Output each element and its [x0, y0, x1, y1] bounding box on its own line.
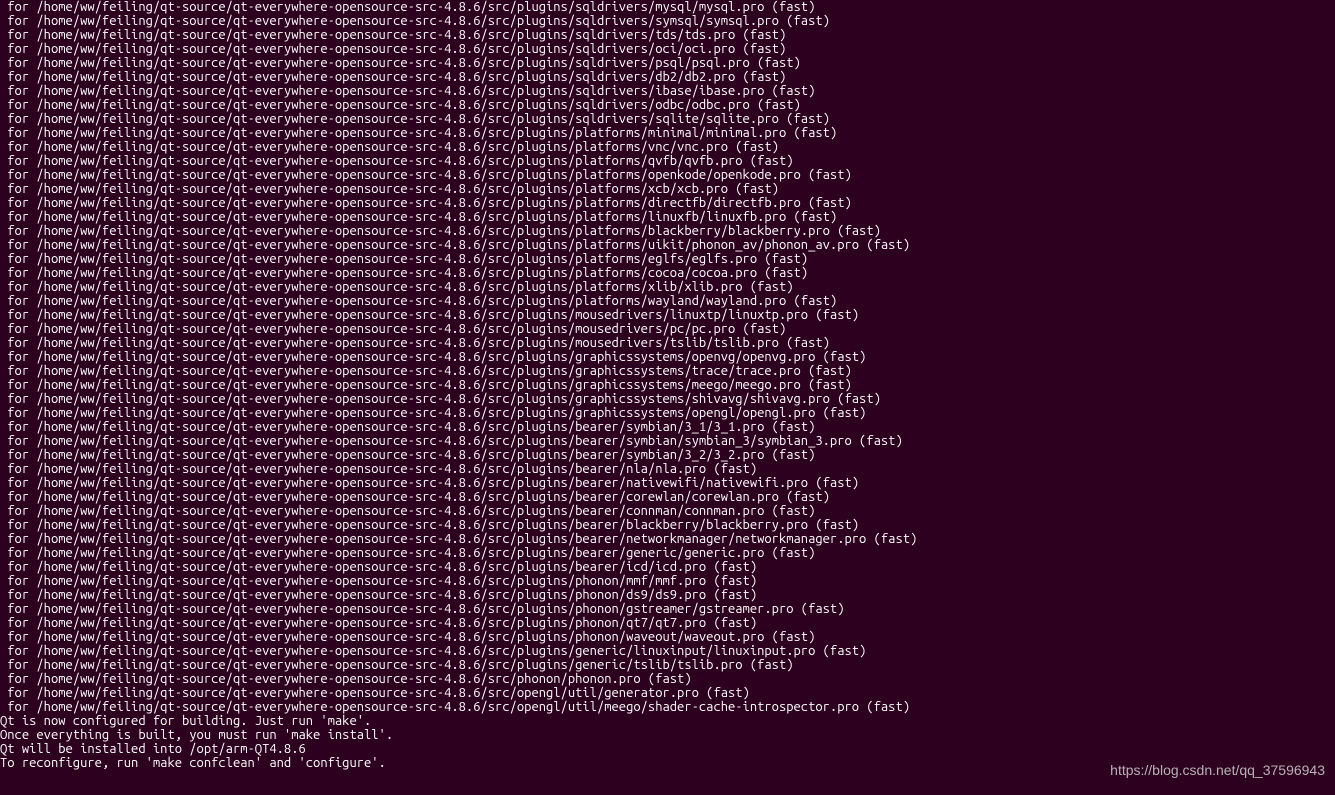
terminal-line: for /home/ww/feiling/qt-source/qt-everyw…: [0, 546, 1335, 560]
terminal-line: for /home/ww/feiling/qt-source/qt-everyw…: [0, 238, 1335, 252]
terminal-line: for /home/ww/feiling/qt-source/qt-everyw…: [0, 56, 1335, 70]
terminal-line: for /home/ww/feiling/qt-source/qt-everyw…: [0, 392, 1335, 406]
terminal-line: for /home/ww/feiling/qt-source/qt-everyw…: [0, 308, 1335, 322]
terminal-line: for /home/ww/feiling/qt-source/qt-everyw…: [0, 420, 1335, 434]
terminal-line: for /home/ww/feiling/qt-source/qt-everyw…: [0, 182, 1335, 196]
terminal-line: for /home/ww/feiling/qt-source/qt-everyw…: [0, 280, 1335, 294]
terminal-line: for /home/ww/feiling/qt-source/qt-everyw…: [0, 266, 1335, 280]
terminal-footer-line: Qt is now configured for building. Just …: [0, 714, 1335, 728]
terminal-line: for /home/ww/feiling/qt-source/qt-everyw…: [0, 616, 1335, 630]
terminal-line: for /home/ww/feiling/qt-source/qt-everyw…: [0, 224, 1335, 238]
terminal-line: for /home/ww/feiling/qt-source/qt-everyw…: [0, 364, 1335, 378]
terminal-output: for /home/ww/feiling/qt-source/qt-everyw…: [0, 0, 1335, 770]
terminal-line: for /home/ww/feiling/qt-source/qt-everyw…: [0, 140, 1335, 154]
terminal-line: for /home/ww/feiling/qt-source/qt-everyw…: [0, 448, 1335, 462]
terminal-line: for /home/ww/feiling/qt-source/qt-everyw…: [0, 70, 1335, 84]
terminal-line: for /home/ww/feiling/qt-source/qt-everyw…: [0, 196, 1335, 210]
terminal-line: for /home/ww/feiling/qt-source/qt-everyw…: [0, 490, 1335, 504]
terminal-line: for /home/ww/feiling/qt-source/qt-everyw…: [0, 602, 1335, 616]
terminal-line: for /home/ww/feiling/qt-source/qt-everyw…: [0, 588, 1335, 602]
terminal-line: for /home/ww/feiling/qt-source/qt-everyw…: [0, 28, 1335, 42]
terminal-line: for /home/ww/feiling/qt-source/qt-everyw…: [0, 504, 1335, 518]
terminal-line: for /home/ww/feiling/qt-source/qt-everyw…: [0, 574, 1335, 588]
terminal-line: for /home/ww/feiling/qt-source/qt-everyw…: [0, 84, 1335, 98]
terminal-line: for /home/ww/feiling/qt-source/qt-everyw…: [0, 378, 1335, 392]
terminal-line: for /home/ww/feiling/qt-source/qt-everyw…: [0, 630, 1335, 644]
terminal-line: for /home/ww/feiling/qt-source/qt-everyw…: [0, 112, 1335, 126]
terminal-footer-line: Once everything is built, you must run '…: [0, 728, 1335, 742]
terminal-line: for /home/ww/feiling/qt-source/qt-everyw…: [0, 462, 1335, 476]
terminal-line: for /home/ww/feiling/qt-source/qt-everyw…: [0, 644, 1335, 658]
terminal-line: for /home/ww/feiling/qt-source/qt-everyw…: [0, 434, 1335, 448]
terminal-line: for /home/ww/feiling/qt-source/qt-everyw…: [0, 700, 1335, 714]
terminal-line: for /home/ww/feiling/qt-source/qt-everyw…: [0, 98, 1335, 112]
terminal-line: for /home/ww/feiling/qt-source/qt-everyw…: [0, 350, 1335, 364]
terminal-line: for /home/ww/feiling/qt-source/qt-everyw…: [0, 686, 1335, 700]
terminal-line: for /home/ww/feiling/qt-source/qt-everyw…: [0, 560, 1335, 574]
terminal-line: for /home/ww/feiling/qt-source/qt-everyw…: [0, 518, 1335, 532]
terminal-line: for /home/ww/feiling/qt-source/qt-everyw…: [0, 252, 1335, 266]
terminal-line: for /home/ww/feiling/qt-source/qt-everyw…: [0, 658, 1335, 672]
terminal-line: for /home/ww/feiling/qt-source/qt-everyw…: [0, 322, 1335, 336]
terminal-line: for /home/ww/feiling/qt-source/qt-everyw…: [0, 154, 1335, 168]
terminal-line: for /home/ww/feiling/qt-source/qt-everyw…: [0, 294, 1335, 308]
terminal-line: for /home/ww/feiling/qt-source/qt-everyw…: [0, 14, 1335, 28]
terminal-line: for /home/ww/feiling/qt-source/qt-everyw…: [0, 210, 1335, 224]
terminal-line: for /home/ww/feiling/qt-source/qt-everyw…: [0, 406, 1335, 420]
terminal-line: for /home/ww/feiling/qt-source/qt-everyw…: [0, 42, 1335, 56]
terminal-line: for /home/ww/feiling/qt-source/qt-everyw…: [0, 126, 1335, 140]
terminal-line: for /home/ww/feiling/qt-source/qt-everyw…: [0, 476, 1335, 490]
terminal-line: for /home/ww/feiling/qt-source/qt-everyw…: [0, 672, 1335, 686]
terminal-footer-line: Qt will be installed into /opt/arm-QT4.8…: [0, 742, 1335, 756]
watermark-text: https://blog.csdn.net/qq_37596943: [1110, 763, 1325, 777]
terminal-line: for /home/ww/feiling/qt-source/qt-everyw…: [0, 0, 1335, 14]
terminal-line: for /home/ww/feiling/qt-source/qt-everyw…: [0, 168, 1335, 182]
terminal-line: for /home/ww/feiling/qt-source/qt-everyw…: [0, 532, 1335, 546]
terminal-line: for /home/ww/feiling/qt-source/qt-everyw…: [0, 336, 1335, 350]
